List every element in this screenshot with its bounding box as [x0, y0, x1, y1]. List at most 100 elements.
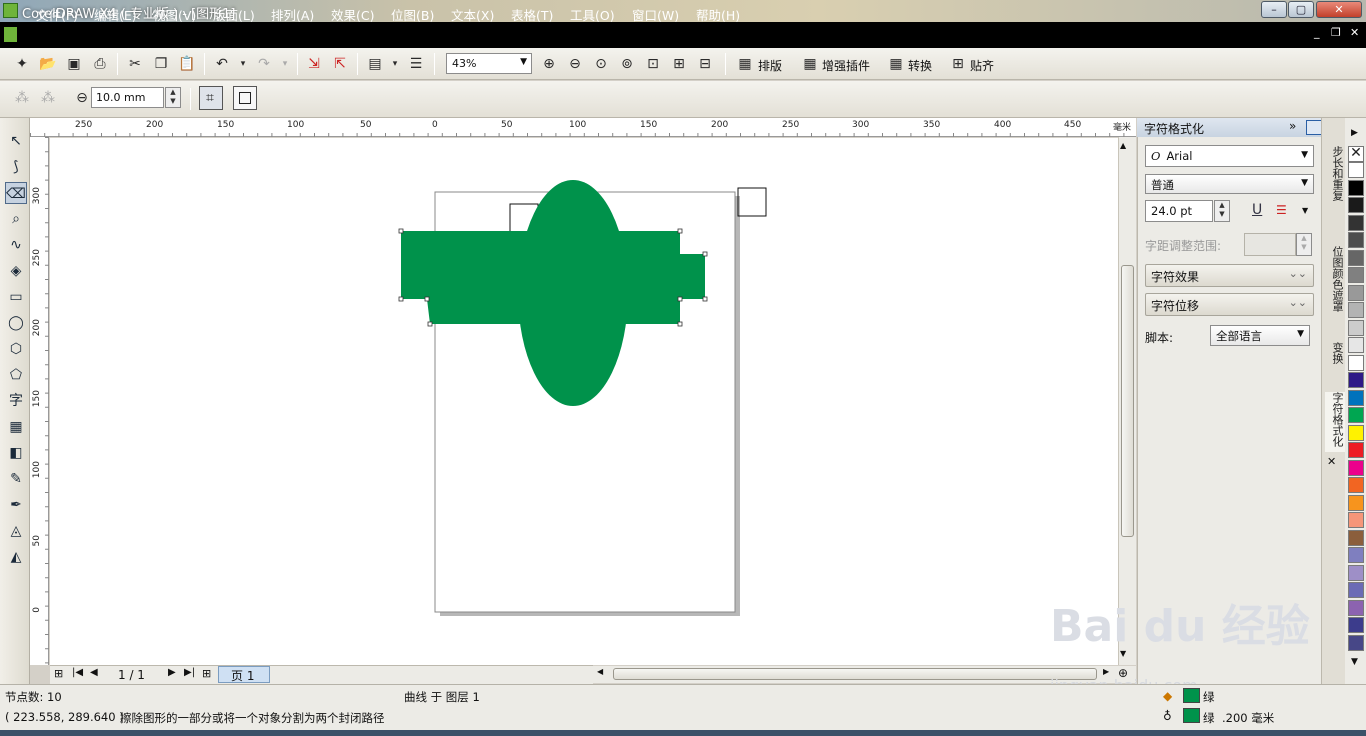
- character-effects-expander[interactable]: 字符效果 ⌄⌄: [1145, 264, 1314, 287]
- page-tab[interactable]: 页 1: [218, 666, 270, 683]
- drawing-canvas[interactable]: [50, 138, 1118, 665]
- zoom-selected-icon[interactable]: ⊙: [591, 54, 611, 74]
- print-icon[interactable]: ⎙: [90, 54, 110, 74]
- export-icon[interactable]: ⇱: [330, 54, 350, 74]
- convert-icon[interactable]: ▦: [886, 54, 906, 74]
- pick-tool-icon[interactable]: ↖: [5, 130, 27, 152]
- fill-color-swatch[interactable]: [1183, 688, 1200, 703]
- palette-swatch[interactable]: [1348, 564, 1364, 581]
- tab-transform[interactable]: 变换: [1325, 342, 1345, 372]
- palette-swatch[interactable]: [1348, 442, 1364, 458]
- zoom-in-icon[interactable]: ⊕: [539, 54, 559, 74]
- menu-edit[interactable]: 编辑(E): [94, 5, 137, 24]
- enhanced-plugins-button[interactable]: 增强插件: [822, 57, 870, 74]
- palette-swatch[interactable]: [1348, 214, 1364, 231]
- convert-button[interactable]: 转换: [908, 57, 932, 74]
- snap-button[interactable]: 贴齐: [970, 57, 994, 74]
- plugin-icon[interactable]: ▦: [800, 54, 820, 74]
- palette-swatch[interactable]: [1348, 354, 1364, 371]
- thickness-spinner[interactable]: ▲ ▼: [165, 87, 181, 108]
- vertical-ruler[interactable]: 300 250 200 150 100 50 0: [30, 137, 49, 665]
- zoom-level-select[interactable]: 43% ▼: [446, 53, 532, 74]
- palette-swatch[interactable]: [1348, 319, 1364, 336]
- scroll-right-icon[interactable]: ▶: [1103, 667, 1109, 676]
- tab-bitmap-color-mask[interactable]: 位图颜色遮罩: [1325, 246, 1345, 320]
- maximize-button[interactable]: ▢: [1288, 1, 1314, 18]
- smart-fill-tool-icon[interactable]: ◈: [5, 260, 27, 282]
- menu-view[interactable]: 视图(V): [153, 5, 196, 24]
- application-launcher-icon[interactable]: ▤: [365, 54, 385, 74]
- palette-swatch[interactable]: [1348, 477, 1364, 493]
- menu-layout[interactable]: 版面(L): [213, 5, 255, 24]
- close-button[interactable]: ✕: [1316, 1, 1362, 18]
- tab-close-icon[interactable]: ✕: [1327, 455, 1336, 468]
- horizontal-scroll-thumb[interactable]: [613, 668, 1097, 680]
- outline-color-swatch[interactable]: [1183, 708, 1200, 723]
- eyedropper-tool-icon[interactable]: ✎: [5, 468, 27, 490]
- zoom-page-width-icon[interactable]: ⊞: [669, 54, 689, 74]
- prev-page-icon[interactable]: ◀: [90, 667, 98, 678]
- tab-step-and-repeat[interactable]: 步长和重复: [1325, 146, 1345, 222]
- kerning-input[interactable]: [1244, 233, 1296, 256]
- copy-icon[interactable]: ❐: [151, 54, 171, 74]
- table-tool-icon[interactable]: ▦: [5, 416, 27, 438]
- typeset-icon[interactable]: ▦: [735, 54, 755, 74]
- interactive-fill-tool-icon[interactable]: ◭: [5, 546, 27, 568]
- doc-minimize-button[interactable]: _: [1314, 26, 1320, 39]
- no-color-swatch[interactable]: ✕: [1348, 146, 1364, 162]
- menu-table[interactable]: 表格(T): [511, 5, 553, 24]
- palette-swatch[interactable]: [1348, 459, 1364, 476]
- palette-swatch[interactable]: [1348, 582, 1364, 598]
- save-icon[interactable]: ▣: [64, 54, 84, 74]
- snap-icon[interactable]: ⊞: [948, 54, 968, 74]
- tab-character-formatting[interactable]: 字符格式化: [1325, 392, 1345, 452]
- doc-restore-button[interactable]: ❐: [1331, 26, 1341, 39]
- palette-swatch[interactable]: [1348, 372, 1364, 388]
- font-style-select[interactable]: 普通 ▼: [1145, 174, 1314, 194]
- vertical-scroll-thumb[interactable]: [1121, 265, 1134, 537]
- palette-swatch[interactable]: [1348, 634, 1364, 651]
- interactive-blend-tool-icon[interactable]: ◧: [5, 442, 27, 464]
- menu-arrange[interactable]: 排列(A): [271, 5, 314, 24]
- cut-icon[interactable]: ✂: [125, 54, 145, 74]
- rectangle-tool-icon[interactable]: ▭: [5, 286, 27, 308]
- green-cross-shape[interactable]: [401, 231, 705, 324]
- palette-swatch[interactable]: [1348, 547, 1364, 563]
- palette-swatch[interactable]: [1348, 232, 1364, 248]
- horizontal-ruler[interactable]: 250 200 150 100 50 0 50 100 150 200 250 …: [30, 118, 1136, 137]
- redo-dropdown-icon[interactable]: ▾: [275, 54, 295, 74]
- menu-tools[interactable]: 工具(O): [570, 5, 615, 24]
- zoom-all-objects-icon[interactable]: ⊚: [617, 54, 637, 74]
- kerning-spinner[interactable]: ▲ ▼: [1296, 233, 1312, 256]
- vertical-scrollbar[interactable]: ▲ ▼: [1118, 137, 1136, 665]
- freehand-tool-icon[interactable]: ∿: [5, 234, 27, 256]
- zoom-out-icon[interactable]: ⊖: [565, 54, 585, 74]
- add-page-after-icon[interactable]: ⊞: [202, 667, 211, 680]
- minimize-button[interactable]: –: [1261, 1, 1287, 18]
- last-page-icon[interactable]: ▶|: [184, 667, 195, 678]
- palette-swatch[interactable]: [1348, 162, 1364, 178]
- welcome-screen-icon[interactable]: ☰: [406, 54, 426, 74]
- palette-scroll-down-icon[interactable]: ▼: [1351, 657, 1358, 667]
- small-square-shape[interactable]: [737, 187, 767, 217]
- palette-swatch[interactable]: [1348, 529, 1364, 546]
- zoom-tool-icon[interactable]: ⌕: [5, 208, 27, 230]
- import-icon[interactable]: ⇲: [304, 54, 324, 74]
- doc-close-button[interactable]: ✕: [1350, 26, 1359, 39]
- menu-text[interactable]: 文本(X): [451, 5, 494, 24]
- new-document-icon[interactable]: ✦: [12, 54, 32, 74]
- first-page-icon[interactable]: |◀: [72, 667, 83, 678]
- menu-help[interactable]: 帮助(H): [696, 5, 740, 24]
- next-page-icon[interactable]: ▶: [168, 667, 176, 678]
- outline-tool-icon[interactable]: ✒: [5, 494, 27, 516]
- ellipse-tool-icon[interactable]: ◯: [5, 312, 27, 334]
- zoom-page-icon[interactable]: ⊡: [643, 54, 663, 74]
- palette-swatch[interactable]: [1348, 284, 1364, 301]
- redo-icon[interactable]: ↷: [254, 54, 274, 74]
- font-size-input[interactable]: 24.0 pt: [1145, 200, 1213, 222]
- font-select[interactable]: O Arial ▼: [1145, 145, 1314, 167]
- palette-swatch[interactable]: [1348, 302, 1364, 318]
- menu-effects[interactable]: 效果(C): [331, 5, 374, 24]
- palette-swatch[interactable]: [1348, 249, 1364, 266]
- square-nib-toggle[interactable]: [233, 86, 257, 110]
